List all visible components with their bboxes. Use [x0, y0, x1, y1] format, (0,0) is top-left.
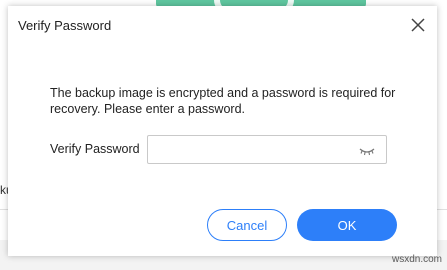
close-icon: [411, 18, 425, 32]
verify-password-label: Verify Password: [50, 142, 140, 156]
ok-button[interactable]: OK: [297, 209, 397, 241]
watermark: wsxdn.com: [392, 254, 443, 265]
password-field[interactable]: [147, 135, 387, 164]
dialog-message: The backup image is encrypted and a pass…: [50, 86, 396, 116]
background-partial-text: ku: [0, 183, 8, 197]
dialog-title: Verify Password: [18, 18, 112, 33]
background-divider-right: [437, 209, 447, 240]
close-button[interactable]: [409, 16, 427, 34]
toggle-visibility-button[interactable]: [358, 144, 376, 156]
password-input[interactable]: [154, 140, 350, 159]
background-divider-left: [0, 209, 8, 240]
eye-closed-icon: [359, 148, 375, 156]
cancel-button[interactable]: Cancel: [207, 209, 287, 241]
verify-password-dialog: Verify Password The backup image is encr…: [8, 6, 437, 256]
